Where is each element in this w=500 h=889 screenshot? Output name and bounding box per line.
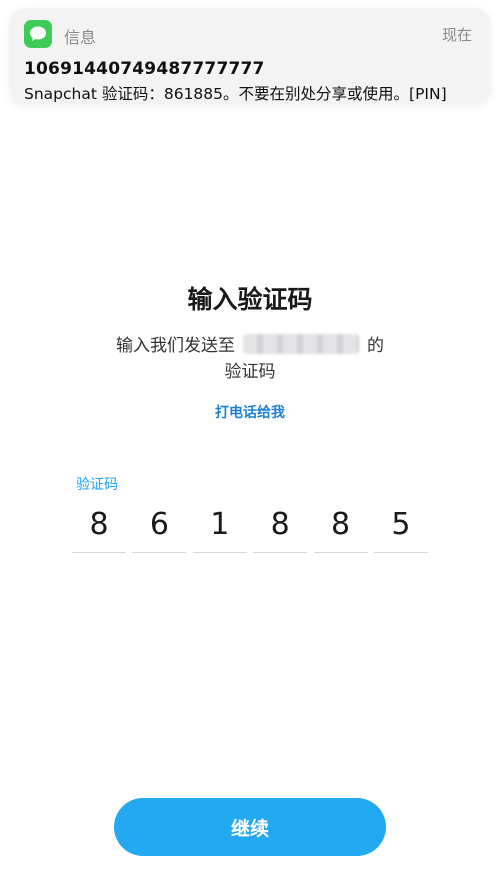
continue-button[interactable]: 继续 — [114, 798, 386, 856]
sms-notification-banner[interactable]: 信息 现在 10691440749487777777 Snapchat 验证码：… — [10, 8, 490, 104]
code-digit-1[interactable]: 8 — [72, 505, 126, 553]
description-line-2: 验证码 — [224, 362, 276, 382]
messages-icon — [24, 20, 52, 48]
screen: 信息 现在 10691440749487777777 Snapchat 验证码：… — [0, 0, 500, 889]
description-suffix: 的 — [367, 336, 384, 356]
notification-body: Snapchat 验证码：861885。不要在别处分享或使用。[PIN] — [24, 85, 447, 103]
description-prefix: 输入我们发送至 — [116, 336, 235, 356]
code-digit-6[interactable]: 5 — [373, 505, 428, 553]
code-digit-4[interactable]: 8 — [253, 505, 308, 553]
code-digit-3[interactable]: 1 — [192, 505, 247, 553]
code-field-label: 验证码 — [76, 477, 118, 493]
page-title: 输入验证码 — [187, 285, 313, 314]
code-digit-5[interactable]: 8 — [313, 505, 368, 553]
blurred-phone-number — [243, 333, 359, 354]
notification-sender: 10691440749487777777 — [24, 59, 265, 79]
notification-app-name: 信息 — [64, 28, 97, 47]
code-digit-2[interactable]: 6 — [132, 505, 187, 553]
description-line-1: 输入我们发送至 的 — [0, 331, 500, 356]
code-input[interactable]: 8 6 1 8 8 5 — [72, 505, 428, 553]
notification-time: 现在 — [441, 26, 472, 44]
call-me-link[interactable]: 打电话给我 — [0, 402, 500, 422]
